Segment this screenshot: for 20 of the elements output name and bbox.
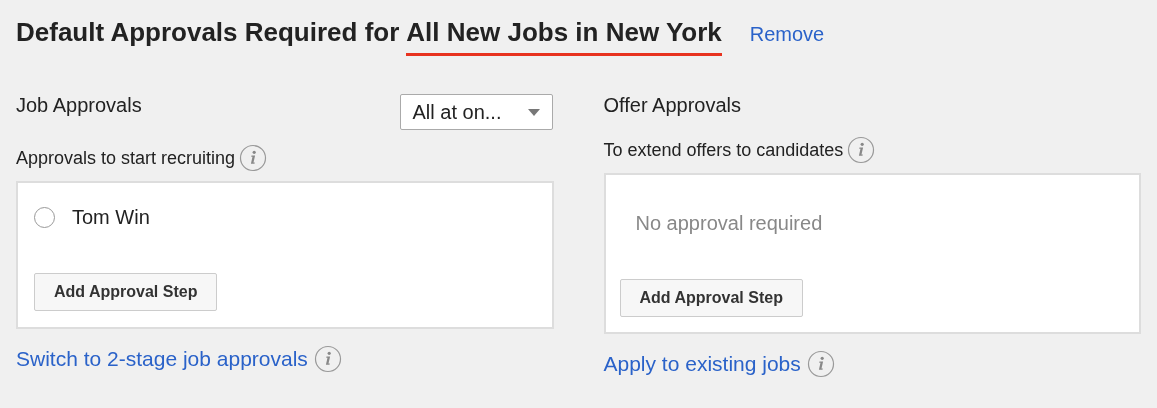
section-subtitle: To extend offers to candidates (603, 138, 844, 162)
order-dropdown[interactable]: All at on... (399, 94, 553, 130)
page-title: Default Approvals Required for (16, 16, 400, 49)
empty-message: No approval required (635, 211, 824, 236)
section-subtitle: Approvals to start recruiting (16, 146, 236, 170)
page-title-scope: All New Jobs in New York (406, 13, 722, 56)
section-heading: Job Approvals (16, 93, 142, 118)
remove-link[interactable]: Remove (749, 19, 825, 49)
approver-name: Tom Win (72, 205, 150, 230)
radio-button[interactable] (34, 206, 55, 228)
add-approval-step-button[interactable]: Add Approval Step (619, 279, 803, 317)
section-heading: Offer Approvals (603, 93, 742, 118)
caret-icon (527, 108, 540, 116)
switch-stage-link[interactable]: Switch to 2-stage job approvals (16, 343, 308, 375)
info-icon[interactable] (806, 349, 835, 378)
add-approval-step-button[interactable]: Add Approval Step (34, 273, 218, 311)
apply-existing-link[interactable]: Apply to existing jobs (603, 348, 801, 380)
info-icon[interactable] (239, 144, 268, 172)
info-icon[interactable] (847, 136, 876, 164)
info-icon[interactable] (313, 344, 342, 373)
